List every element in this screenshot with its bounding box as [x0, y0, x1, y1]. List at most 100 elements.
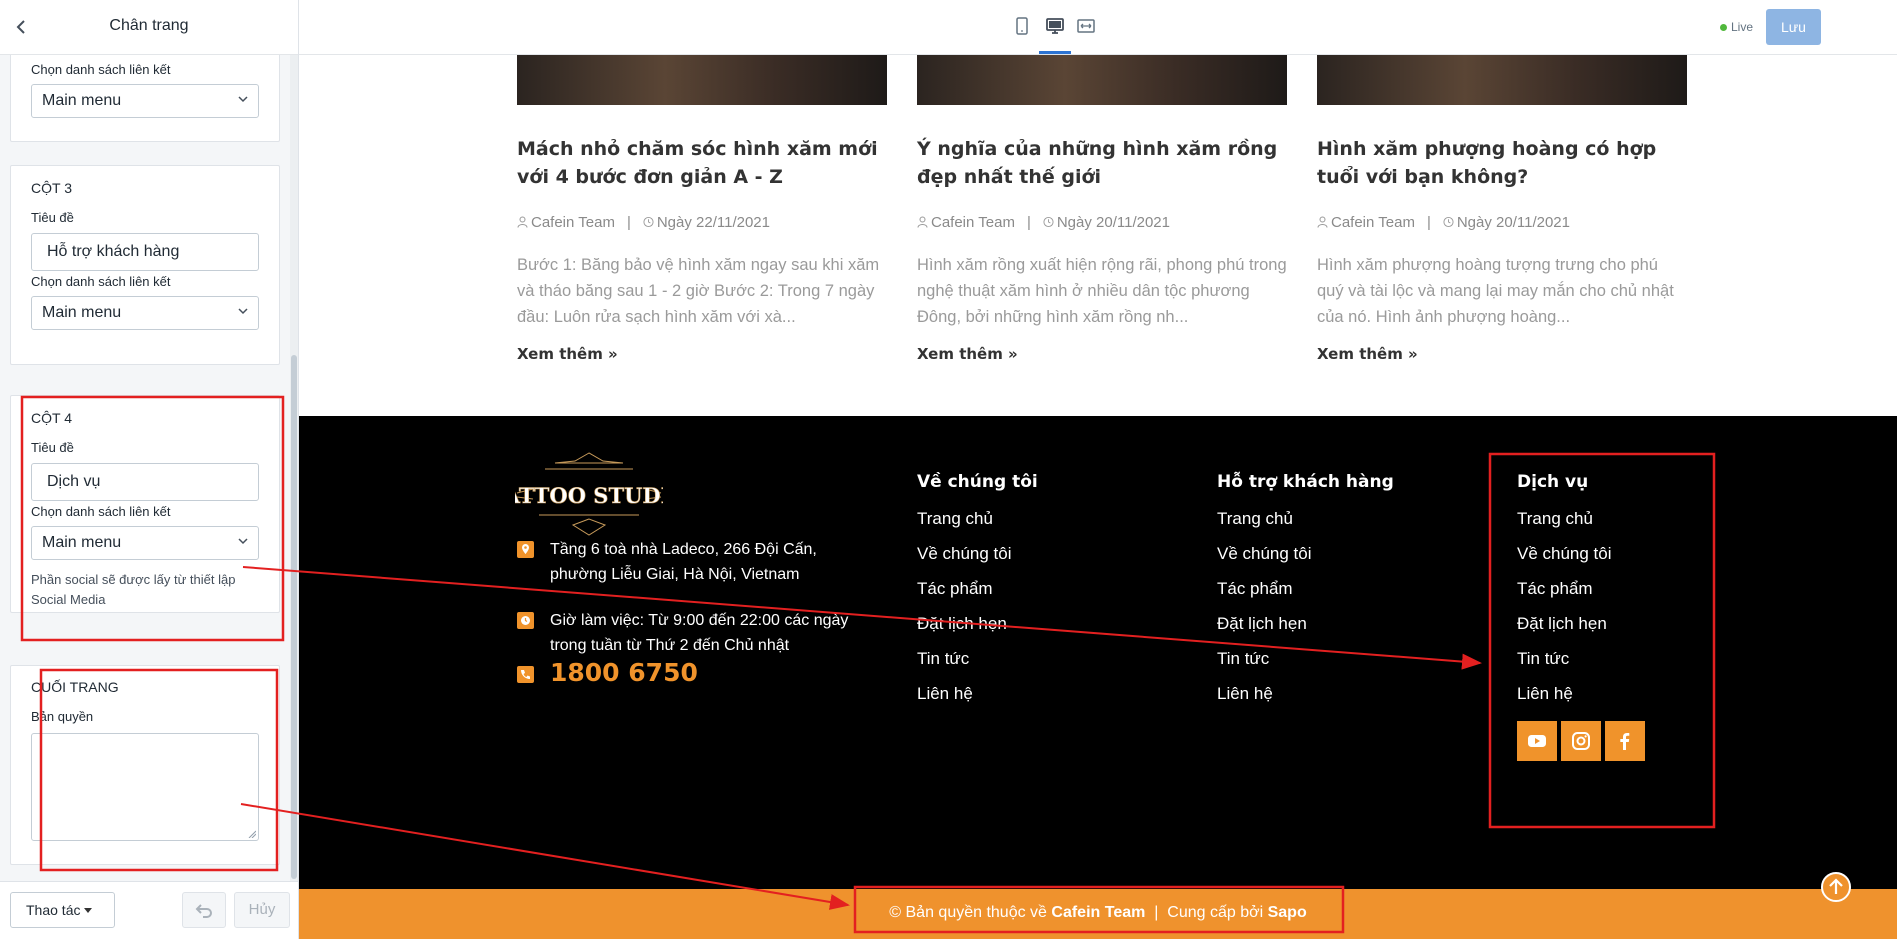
desktop-icon — [1046, 18, 1064, 34]
back-to-top-button[interactable] — [1821, 872, 1851, 902]
facebook-button[interactable] — [1605, 721, 1645, 761]
save-button[interactable]: Lưu — [1766, 9, 1821, 45]
actions-dropdown-button[interactable]: Thao tác — [10, 892, 115, 928]
address-text: Tầng 6 toà nhà Ladeco, 266 Đội Cấn, phườ… — [550, 541, 817, 583]
post-thumbnail[interactable] — [1317, 55, 1687, 105]
chevron-down-icon — [238, 308, 248, 315]
user-icon — [517, 216, 528, 228]
column-3-link-list-select[interactable]: Main menu — [31, 296, 259, 330]
actions-label: Thao tác — [26, 902, 81, 918]
theme-preview: Mách nhỏ chăm sóc hình xăm mới với 4 bướ… — [299, 55, 1897, 939]
panel-scrollbar-thumb[interactable] — [291, 355, 297, 879]
map-pin-icon — [517, 541, 534, 558]
post-thumbnail[interactable] — [517, 55, 887, 105]
copyright-text: © Bản quyền thuộc về Cafein Team | Cung … — [299, 904, 1897, 922]
clock-icon — [517, 612, 534, 629]
column-4-heading-input[interactable]: Dịch vụ — [31, 463, 259, 501]
fullwidth-icon — [1077, 19, 1095, 33]
select-value: Main menu — [42, 92, 122, 109]
footer-column-title: Về chúng tôi — [917, 472, 1038, 492]
footer-link[interactable]: Tác phẩm — [917, 579, 993, 599]
footer-link[interactable]: Về chúng tôi — [1217, 544, 1312, 564]
read-more-link[interactable]: Xem thêm » — [517, 345, 618, 363]
clock-icon — [1043, 216, 1054, 228]
user-icon — [917, 216, 928, 228]
post-meta: Cafein Team | Ngày 20/11/2021 — [917, 213, 1170, 231]
column-4-link-list-select[interactable]: Main menu — [31, 526, 259, 560]
footer-link[interactable]: Liên hệ — [1517, 684, 1573, 704]
post-author: Cafein Team — [1331, 213, 1415, 231]
footer-link[interactable]: Tác phẩm — [1217, 579, 1293, 599]
post-title[interactable]: Mách nhỏ chăm sóc hình xăm mới với 4 bướ… — [517, 135, 892, 191]
post-excerpt: Hình xăm phượng hoàng tượng trưng cho ph… — [1317, 256, 1674, 326]
footer-link[interactable]: Đặt lịch hẹn — [917, 614, 1007, 634]
footer-link[interactable]: Tác phẩm — [1517, 579, 1593, 599]
undo-button[interactable] — [182, 892, 226, 928]
footer-link[interactable]: Về chúng tôi — [917, 544, 1012, 564]
copyright-brand[interactable]: Cafein Team — [1051, 904, 1145, 921]
resize-grip-icon[interactable] — [248, 830, 256, 838]
arrow-up-icon — [1829, 878, 1843, 894]
panel-footer: Thao tác Hủy — [0, 881, 298, 939]
settings-panel: Chân trang Chọn danh sách liên kết Main … — [0, 0, 299, 939]
clock-icon — [643, 216, 654, 228]
hours-text: Giờ làm việc: Từ 9:00 đến 22:00 các ngày… — [550, 612, 849, 654]
panel-scroll-area: Chọn danh sách liên kết Main menu Cột 3 … — [0, 55, 298, 881]
copyright-provider[interactable]: Sapo — [1268, 904, 1307, 921]
footer-link[interactable]: Liên hệ — [1217, 684, 1273, 704]
column-3-heading-input[interactable]: Hỗ trợ khách hàng — [31, 233, 259, 271]
editor-topbar: Live Lưu — [299, 0, 1897, 55]
active-device-indicator — [1039, 51, 1071, 54]
social-hint-text: Phần social sẽ được lấy từ thiết lập Soc… — [31, 572, 236, 607]
footer-column-title: Hỗ trợ khách hàng — [1217, 472, 1394, 492]
post-author: Cafein Team — [931, 213, 1015, 231]
desktop-view-button[interactable] — [1045, 16, 1065, 36]
youtube-button[interactable] — [1517, 721, 1557, 761]
post-excerpt: Bước 1: Băng bảo vệ hình xăm ngay sau kh… — [517, 256, 880, 326]
column-2-card: Chọn danh sách liên kết Main menu — [10, 55, 280, 142]
footer-link[interactable]: Trang chủ — [917, 509, 993, 529]
chevron-down-icon — [238, 96, 248, 103]
footer-link[interactable]: Liên hệ — [917, 684, 973, 704]
mobile-view-button[interactable] — [1012, 16, 1032, 36]
clock-icon — [1443, 216, 1454, 228]
live-status-label: Live — [1731, 20, 1754, 34]
footer-link[interactable]: Tin tức — [1517, 649, 1569, 669]
caret-down-icon — [84, 908, 92, 913]
mobile-icon — [1016, 17, 1028, 35]
footer-column-services: Dịch vụ Trang chủ Về chúng tôi Tác phẩm … — [1517, 472, 1612, 703]
copyright-bar: © Bản quyền thuộc về Cafein Team | Cung … — [299, 889, 1897, 939]
fullwidth-view-button[interactable] — [1076, 16, 1096, 36]
panel-header: Chân trang — [0, 0, 298, 55]
footer-link[interactable]: Về chúng tôi — [1517, 544, 1612, 564]
footer-link[interactable]: Tin tức — [917, 649, 969, 669]
read-more-link[interactable]: Xem thêm » — [917, 345, 1018, 363]
post-thumbnail[interactable] — [917, 55, 1287, 105]
post-excerpt: Hình xăm rồng xuất hiện rộng rãi, phong … — [917, 256, 1287, 326]
post-date: Ngày 20/11/2021 — [1456, 213, 1570, 231]
select-value: Main menu — [42, 304, 122, 321]
heading-label: Tiêu đề — [31, 210, 74, 225]
post-meta: Cafein Team | Ngày 22/11/2021 — [517, 213, 770, 231]
footer-link[interactable]: Đặt lịch hẹn — [1217, 614, 1307, 634]
footer-link[interactable]: Tin tức — [1217, 649, 1269, 669]
column-2-link-list-select[interactable]: Main menu — [31, 84, 259, 118]
footer-link[interactable]: Đặt lịch hẹn — [1517, 614, 1607, 634]
hotline-number[interactable]: 1800 6750 — [550, 658, 698, 687]
user-icon — [1317, 216, 1328, 228]
footer-column-support: Hỗ trợ khách hàng Trang chủ Về chúng tôi… — [1217, 472, 1394, 703]
instagram-button[interactable] — [1561, 721, 1601, 761]
facebook-icon — [1620, 733, 1630, 750]
tattoo-studio-logo[interactable]: TATTOO STUDIO — [515, 449, 663, 539]
footer-link[interactable]: Trang chủ — [1217, 509, 1293, 529]
copyright-textarea[interactable] — [31, 733, 259, 841]
undo-icon — [195, 904, 212, 918]
instagram-icon — [1572, 732, 1590, 750]
heading-label: Tiêu đề — [31, 440, 74, 455]
post-title[interactable]: Ý nghĩa của những hình xăm rồng đẹp nhất… — [917, 135, 1292, 191]
footer-link[interactable]: Trang chủ — [1517, 509, 1593, 529]
post-title[interactable]: Hình xăm phượng hoàng có hợp tuổi với bạ… — [1317, 135, 1692, 191]
cancel-button[interactable]: Hủy — [234, 892, 290, 928]
read-more-link[interactable]: Xem thêm » — [1317, 345, 1418, 363]
footer-column-about: Về chúng tôi Trang chủ Về chúng tôi Tác … — [917, 472, 1038, 703]
